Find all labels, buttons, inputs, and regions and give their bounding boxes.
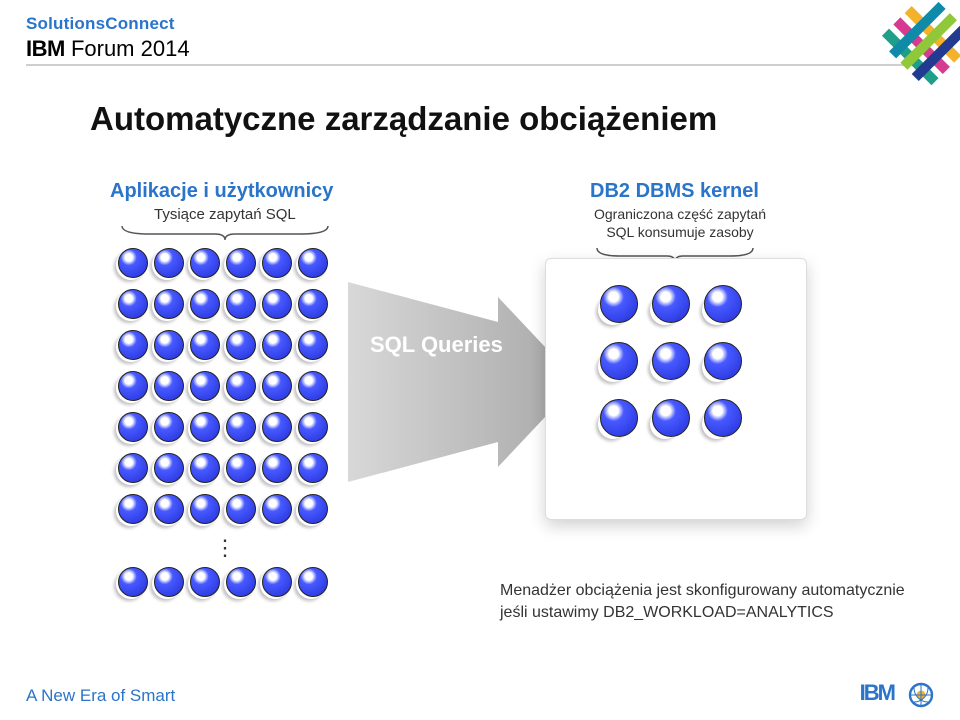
slide-title: Automatyczne zarządzanie obciążeniem bbox=[90, 100, 717, 138]
query-cluster-right bbox=[600, 285, 756, 456]
left-subheading: Tysiące zapytań SQL bbox=[154, 206, 296, 223]
footer-tagline: A New Era of Smart bbox=[26, 686, 175, 706]
right-subheading: Ograniczona część zapytań SQL konsumuje … bbox=[585, 206, 775, 241]
left-heading: Aplikacje i użytkownicy bbox=[110, 180, 333, 203]
globe-icon bbox=[908, 682, 934, 708]
arrow-label: SQL Queries bbox=[370, 332, 503, 358]
right-heading: DB2 DBMS kernel bbox=[590, 180, 759, 203]
ibm-logo: IBM bbox=[860, 680, 894, 706]
query-cluster-left: ⋮ bbox=[118, 248, 334, 608]
brace-left-icon bbox=[120, 224, 330, 242]
event-logo-icon bbox=[795, 0, 960, 90]
forum-year: Forum 2014 bbox=[65, 36, 190, 61]
ellipsis-icon: ⋮ bbox=[214, 535, 334, 561]
footer-note: Menadżer obciążenia jest skonfigurowany … bbox=[500, 580, 920, 623]
flow-arrow-icon bbox=[348, 282, 578, 482]
forum-ibm: IBM bbox=[26, 36, 65, 61]
